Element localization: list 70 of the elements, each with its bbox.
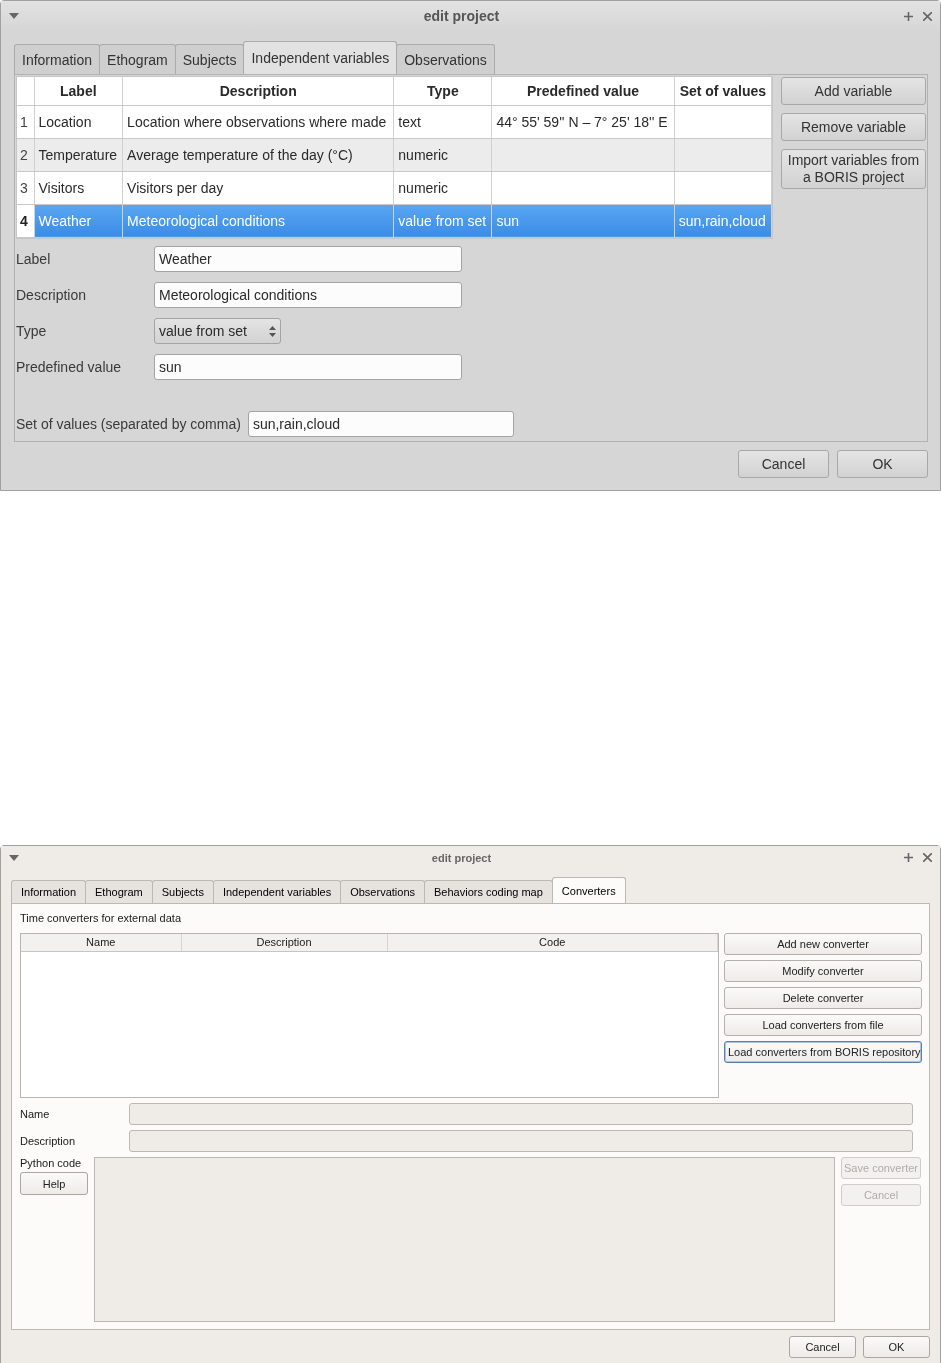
table-cell[interactable]: numeric xyxy=(393,171,492,204)
side-button[interactable]: Add variable xyxy=(781,77,926,105)
column-header[interactable]: Type xyxy=(393,77,492,105)
field-label: Description xyxy=(20,1135,77,1147)
input-field[interactable]: sun xyxy=(154,354,462,380)
window-title: edit project xyxy=(430,851,493,864)
column-header[interactable]: Predefined value xyxy=(491,77,675,105)
input-field[interactable]: Meteorological conditions xyxy=(154,282,462,308)
side-button[interactable]: Load converters from BORIS repository xyxy=(724,1041,922,1063)
table-cell[interactable]: Location where observations where made xyxy=(122,105,394,138)
row-number[interactable]: 2 xyxy=(17,138,34,171)
tab[interactable]: Ethogram xyxy=(85,880,153,903)
column-header[interactable]: Label xyxy=(34,77,123,105)
table-cell[interactable]: Average temperature of the day (°C) xyxy=(122,138,394,171)
plus-icon[interactable] xyxy=(904,853,913,862)
input-field[interactable]: Weather xyxy=(154,246,462,272)
side-button[interactable]: Delete converter xyxy=(724,987,922,1009)
side-button[interactable]: Remove variable xyxy=(781,113,926,141)
window-title: edit project xyxy=(422,8,501,24)
side-button[interactable]: Modify converter xyxy=(724,960,922,982)
dialog-button[interactable]: Cancel xyxy=(789,1336,856,1358)
field-label: Description xyxy=(16,287,88,303)
section-label: Time converters for external data xyxy=(20,912,181,924)
close-icon[interactable] xyxy=(923,853,932,862)
tab[interactable]: Converters xyxy=(551,877,626,903)
table-cell[interactable]: text xyxy=(393,105,492,138)
table-cell[interactable]: Visitors xyxy=(34,171,123,204)
side-button[interactable]: Import variables from a BORIS project xyxy=(781,149,926,189)
input-field[interactable]: sun,rain,cloud xyxy=(247,411,514,437)
row-number[interactable]: 4 xyxy=(17,204,34,237)
plus-icon[interactable] xyxy=(904,11,913,21)
help-button[interactable]: Help xyxy=(20,1172,88,1195)
tab[interactable]: Observations xyxy=(340,880,425,903)
tab[interactable]: Information xyxy=(11,880,87,903)
column-header[interactable]: Name xyxy=(21,934,181,951)
tab[interactable]: Subjects xyxy=(151,880,214,903)
field-label: Label xyxy=(16,251,52,267)
row-number[interactable]: 1 xyxy=(17,105,34,138)
column-header[interactable]: Description xyxy=(181,934,387,951)
side-button[interactable]: Add new converter xyxy=(724,933,922,955)
tab[interactable]: Subjects xyxy=(174,44,245,74)
column-header[interactable]: Description xyxy=(122,77,394,105)
dialog-button[interactable]: OK xyxy=(863,1336,930,1358)
dialog-button[interactable]: OK xyxy=(837,450,928,478)
field-label: Type xyxy=(16,323,48,339)
table-cell[interactable]: Temperature xyxy=(34,138,123,171)
column-header[interactable]: Set of values xyxy=(674,77,772,105)
tab[interactable]: Ethogram xyxy=(99,44,176,74)
spin-arrows-icon[interactable] xyxy=(269,325,276,337)
table-cell[interactable]: numeric xyxy=(393,138,492,171)
table-cell[interactable]: Location xyxy=(34,105,123,138)
field-label: Predefined value xyxy=(16,359,123,375)
field-label: Python code xyxy=(20,1157,83,1169)
tab[interactable]: Information xyxy=(14,44,101,74)
table-cell[interactable]: Visitors per day xyxy=(122,171,394,204)
side-button[interactable]: Load converters from file xyxy=(724,1014,922,1036)
table-cell[interactable]: 44° 55' 59'' N – 7° 25' 18'' E xyxy=(491,105,675,138)
close-icon[interactable] xyxy=(923,11,932,21)
field-label: Name xyxy=(20,1108,51,1120)
caret-icon[interactable] xyxy=(9,854,19,861)
row-number[interactable]: 3 xyxy=(17,171,34,204)
tab[interactable]: Independent variables xyxy=(212,880,342,903)
field-label: Set of values (separated by comma) xyxy=(16,416,241,432)
tab[interactable]: Behaviors coding map xyxy=(424,880,553,903)
tab[interactable]: Independent variables xyxy=(243,41,398,74)
tab[interactable]: Observations xyxy=(396,44,495,74)
caret-icon[interactable] xyxy=(9,13,19,19)
type-dropdown[interactable]: value from set xyxy=(154,318,281,344)
dialog-button[interactable]: Cancel xyxy=(738,450,829,478)
column-header[interactable]: Code xyxy=(387,934,718,951)
